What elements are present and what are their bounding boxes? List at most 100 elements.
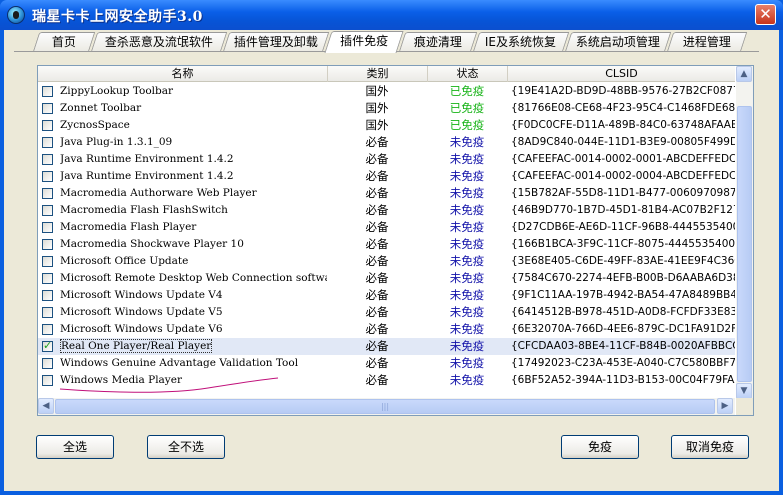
table-row[interactable]: Java Runtime Environment 1.4.2 必备 未免疫 {CAFE…	[38, 168, 735, 185]
row-type: 必备	[365, 271, 389, 285]
table-row[interactable]: Real One Player/Real Player 必备 未免疫 {CFCDAA0…	[38, 338, 735, 355]
vertical-scrollbar[interactable]: ▲ ▼	[736, 66, 753, 399]
row-name: Java Plug-in 1.3.1_09	[60, 136, 173, 148]
row-status: 未免疫	[449, 203, 485, 217]
row-checkbox[interactable]	[42, 205, 53, 216]
table-row[interactable]: Windows Genuine Advantage Validation Too…	[38, 355, 735, 372]
row-clsid: {3E68E405-C6DE-49FF-83AE-41EE9F4C36CE}	[511, 255, 735, 267]
row-checkbox[interactable]	[42, 222, 53, 233]
row-clsid: {CAFEEFAC-0014-0002-0004-ABCDEFFEDCBA}	[511, 170, 735, 182]
select-all-button[interactable]: 全选	[36, 435, 114, 459]
row-status: 未免疫	[449, 271, 485, 285]
table-row[interactable]: Java Runtime Environment 1.4.2 必备 未免疫 {CAFE…	[38, 151, 735, 168]
horizontal-scrollbar[interactable]: ◀ ||| ▶	[38, 398, 735, 415]
table-row[interactable]: ZippyLookup Toolbar 国外 已免疫 {19E41A2D-BD9D-4…	[38, 83, 735, 100]
list-header: 名称 类别 状态 CLSID	[38, 66, 735, 82]
tab-trace-cleanup[interactable]: 痕迹清理	[398, 32, 478, 52]
tab-ie-restore[interactable]: IE及系统恢复	[472, 32, 570, 52]
scroll-down-button[interactable]: ▼	[736, 383, 752, 399]
table-row[interactable]: Macromedia Shockwave Player 10 必备 未免疫 {166B…	[38, 236, 735, 253]
immunize-button[interactable]: 免疫	[561, 435, 639, 459]
title-bar[interactable]: 瑞星卡卡上网安全助手3.0 ✕	[0, 0, 783, 30]
column-header-name[interactable]: 名称	[38, 66, 328, 82]
row-name: Java Runtime Environment 1.4.2	[60, 153, 234, 165]
plugin-list[interactable]: 名称 类别 状态 CLSID ZippyLookup Toolbar 国外 已免疫{…	[37, 65, 754, 416]
table-row[interactable]: Windows Media Player 必备 未免疫 {6BF52A52-394A-…	[38, 372, 735, 389]
scrollbar-corner	[736, 398, 753, 415]
row-clsid: {46B9D770-1B7D-45D1-81B4-AC07B2F127EF}	[511, 204, 735, 216]
table-row[interactable]: Java Plug-in 1.3.1_09 必备 未免疫 {8AD9C840-044E…	[38, 134, 735, 151]
row-clsid: {6E32070A-766D-4EE6-879C-DC1FA91D2FC3}	[511, 323, 735, 335]
table-row[interactable]: Microsoft Office Update 必备 未免疫 {3E68E405-C6…	[38, 253, 735, 270]
row-type: 国外	[365, 118, 389, 132]
row-name: Macromedia Flash FlashSwitch	[60, 204, 228, 216]
row-name: Zonnet Toolbar	[60, 102, 142, 114]
table-row[interactable]: Macromedia Flash Player 必备 未免疫 {D27CDB6E-AE…	[38, 219, 735, 236]
tab-plugin-manage[interactable]: 插件管理及卸载	[222, 32, 330, 52]
window-title: 瑞星卡卡上网安全助手3.0	[32, 9, 203, 25]
scroll-right-button[interactable]: ▶	[717, 398, 733, 414]
row-checkbox[interactable]	[42, 86, 53, 97]
table-row[interactable]: Microsoft Windows Update V5 必备 未免疫 {6414512…	[38, 304, 735, 321]
column-header-status[interactable]: 状态	[428, 66, 508, 82]
row-checkbox[interactable]	[42, 256, 53, 267]
row-checkbox[interactable]	[42, 103, 53, 114]
row-status: 未免疫	[449, 135, 485, 149]
tab-process-manage[interactable]: 进程管理	[666, 32, 748, 52]
list-rows: ZippyLookup Toolbar 国外 已免疫 {19E41A2D-BD9D-4…	[38, 83, 735, 399]
row-checkbox[interactable]	[42, 137, 53, 148]
row-type: 必备	[365, 135, 389, 149]
row-checkbox[interactable]	[42, 290, 53, 301]
row-checkbox[interactable]	[42, 358, 53, 369]
row-checkbox[interactable]	[42, 188, 53, 199]
table-row[interactable]: Macromedia Flash FlashSwitch 必备 未免疫 {46B9D7…	[38, 202, 735, 219]
table-row[interactable]: Microsoft Windows Update V6 必备 未免疫 {6E32070…	[38, 321, 735, 338]
row-status: 未免疫	[449, 220, 485, 234]
column-header-type[interactable]: 类别	[328, 66, 428, 82]
select-none-button[interactable]: 全不选	[147, 435, 225, 459]
tab-plugin-immunize[interactable]: 插件免疫	[324, 31, 404, 53]
horizontal-scroll-thumb[interactable]: |||	[55, 399, 715, 414]
cancel-immunize-button[interactable]: 取消免疫	[671, 435, 749, 459]
row-name: Windows Media Player	[60, 374, 182, 386]
row-clsid: {17492023-C23A-453E-A040-C7C580BBF700}	[511, 357, 735, 369]
table-row[interactable]: Zonnet Toolbar 国外 已免疫 {81766E08-CE68-4F23-9…	[38, 100, 735, 117]
row-type: 必备	[365, 305, 389, 319]
tab-startup-manage[interactable]: 系统启动项管理	[564, 32, 672, 52]
row-name: Java Runtime Environment 1.4.2	[60, 170, 234, 182]
row-type: 必备	[365, 254, 389, 268]
close-button[interactable]: ✕	[755, 4, 776, 25]
row-checkbox[interactable]	[42, 154, 53, 165]
table-row[interactable]: Microsoft Windows Update V4 必备 未免疫 {9F1C11A…	[38, 287, 735, 304]
row-name: Microsoft Windows Update V4	[60, 289, 223, 301]
row-checkbox[interactable]	[42, 375, 53, 386]
scroll-up-button[interactable]: ▲	[736, 66, 752, 82]
tab-bar: 首页 查杀恶意及流氓软件 插件管理及卸载 插件免疫 痕迹清理 IE及系统恢复 系…	[22, 31, 762, 53]
row-name: Microsoft Windows Update V5	[60, 306, 223, 318]
row-type: 必备	[365, 186, 389, 200]
row-checkbox[interactable]	[42, 120, 53, 131]
table-row[interactable]: Macromedia Authorware Web Player 必备 未免疫 {15…	[38, 185, 735, 202]
row-status: 未免疫	[449, 288, 485, 302]
row-status: 未免疫	[449, 254, 485, 268]
scroll-left-button[interactable]: ◀	[38, 398, 54, 414]
row-checkbox[interactable]	[42, 171, 53, 182]
row-checkbox[interactable]	[42, 239, 53, 250]
row-checkbox[interactable]	[42, 273, 53, 284]
tab-home[interactable]: 首页	[32, 32, 96, 52]
row-checkbox[interactable]	[42, 324, 53, 335]
row-checkbox[interactable]	[42, 307, 53, 318]
row-type: 必备	[365, 373, 389, 387]
row-name: ZippyLookup Toolbar	[60, 85, 174, 97]
row-status: 已免疫	[449, 84, 485, 98]
table-row[interactable]: Microsoft Remote Desktop Web Connection …	[38, 270, 735, 287]
tab-malware-scan[interactable]: 查杀恶意及流氓软件	[90, 32, 228, 52]
row-name: Windows Genuine Advantage Validation Too…	[60, 357, 299, 369]
column-header-clsid[interactable]: CLSID	[508, 66, 735, 82]
vertical-scroll-thumb[interactable]	[737, 106, 752, 382]
client-area: 首页 查杀恶意及流氓软件 插件管理及卸载 插件免疫 痕迹清理 IE及系统恢复 系…	[4, 30, 779, 491]
table-row[interactable]: ZycnosSpace 国外 已免疫 {F0DC0CFE-D11A-489B-84C0…	[38, 117, 735, 134]
row-checkbox[interactable]	[42, 339, 53, 352]
row-status: 已免疫	[449, 118, 485, 132]
row-type: 必备	[365, 152, 389, 166]
